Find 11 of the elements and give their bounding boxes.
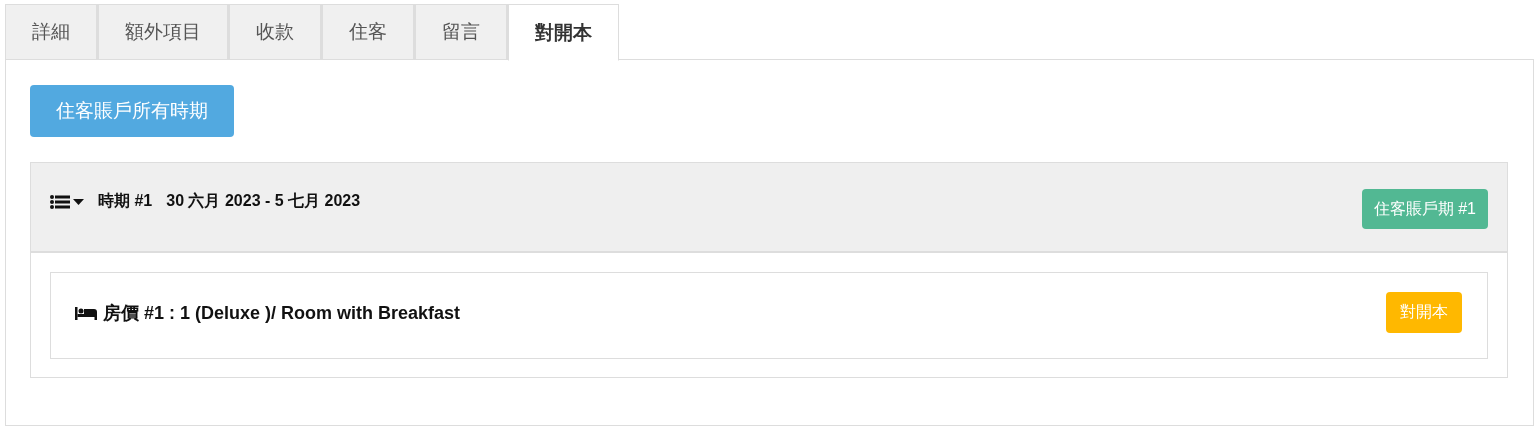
tab[interactable]: 收款: [229, 4, 322, 60]
bed-icon: [75, 305, 97, 320]
tab[interactable]: 詳細: [5, 4, 98, 60]
tab[interactable]: 對開本: [508, 4, 619, 61]
rate-title: 房價 #1 : 1 (Deluxe )/ Room with Breakfast: [103, 301, 461, 325]
period-label: 時期 #1: [98, 191, 153, 211]
tab[interactable]: 住客: [322, 4, 415, 60]
tab[interactable]: 額外項目: [98, 4, 229, 60]
tab[interactable]: 留言: [415, 4, 508, 60]
period-dates: 30 六月 2023 - 5 七月 2023: [166, 191, 361, 211]
list-menu-icon[interactable]: [50, 194, 84, 209]
